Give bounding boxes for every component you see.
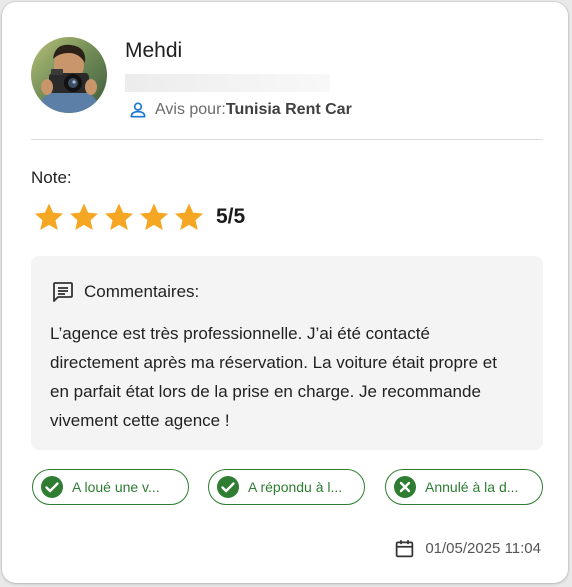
calendar-icon xyxy=(396,540,414,558)
review-for-label: Avis pour: xyxy=(155,101,226,118)
tag-chip-cancelled[interactable]: Annulé à la d... xyxy=(385,469,543,505)
rating-score: 5/5 xyxy=(216,205,246,228)
tag-label: A répondu à l... xyxy=(248,479,343,495)
star-icon xyxy=(139,203,169,231)
star-icon xyxy=(174,203,204,231)
check-circle-icon xyxy=(41,476,63,498)
comment-icon xyxy=(53,282,73,302)
star-rating: 5/5 xyxy=(32,200,245,234)
review-date-row: 01/05/2025 11:04 xyxy=(394,538,541,559)
divider xyxy=(31,139,543,140)
rating-label: Note: xyxy=(31,168,72,187)
comment-text: L’agence est très professionnelle. J’ai … xyxy=(50,324,497,430)
person-icon xyxy=(130,102,146,118)
star-icon xyxy=(34,203,64,231)
review-date: 01/05/2025 11:04 xyxy=(425,540,541,557)
check-circle-icon xyxy=(217,476,239,498)
redacted-subtitle xyxy=(125,74,330,92)
agency-name[interactable]: Tunisia Rent Car xyxy=(226,101,352,119)
tag-chip-responded[interactable]: A répondu à l... xyxy=(208,469,365,505)
tag-label: A loué une v... xyxy=(72,479,160,495)
reviewer-name: Mehdi xyxy=(125,39,183,62)
avatar xyxy=(31,37,107,113)
cancel-circle-icon xyxy=(394,476,416,498)
star-icon xyxy=(69,203,99,231)
comment-header: Commentaires: xyxy=(51,280,199,304)
comment-box: Commentaires: L’agence est très professi… xyxy=(31,256,543,450)
star-icon xyxy=(104,203,134,231)
tag-label: Annulé à la d... xyxy=(425,479,519,495)
comment-label: Commentaires: xyxy=(84,282,200,301)
review-card: Mehdi Avis pour: Tunisia Rent Car Note: 5… xyxy=(2,2,568,583)
review-for-row: Avis pour: Tunisia Rent Car xyxy=(128,100,352,120)
tag-chip-rented[interactable]: A loué une v... xyxy=(32,469,189,505)
